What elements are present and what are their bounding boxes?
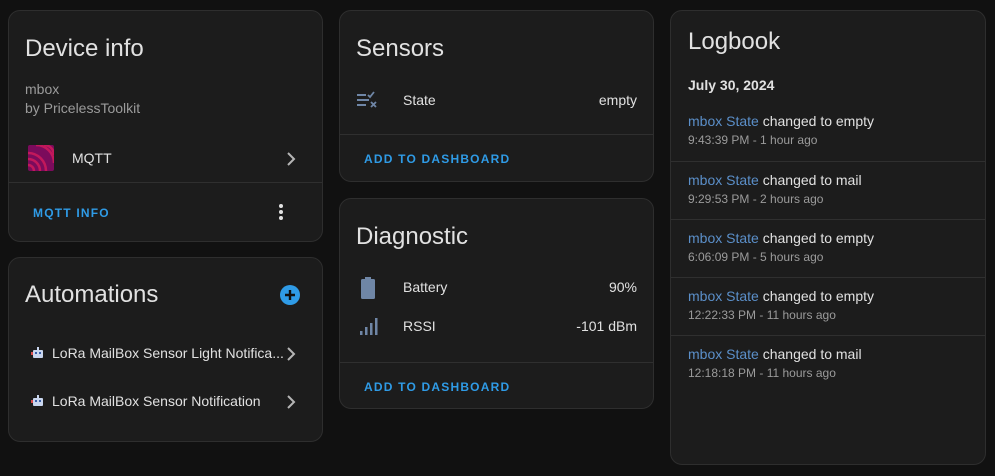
automation-item[interactable]: LoRa MailBox Sensor Notification: [9, 384, 322, 420]
more-vert-icon[interactable]: [278, 203, 284, 221]
chevron-right-icon: [287, 395, 296, 409]
log-time: 12:18:18 PM - 11 hours ago: [688, 366, 836, 380]
diagnostic-title: Diagnostic: [356, 223, 469, 250]
mqtt-icon: [28, 145, 54, 171]
log-time: 6:06:09 PM - 5 hours ago: [688, 250, 824, 264]
logbook-date: July 30, 2024: [688, 77, 775, 93]
automations-title: Automations: [25, 281, 159, 308]
log-entity-link[interactable]: mbox State: [688, 346, 759, 362]
add-to-dashboard-button[interactable]: ADD TO DASHBOARD: [364, 380, 510, 394]
chevron-right-icon: [287, 152, 296, 166]
log-divider: [671, 219, 985, 220]
diagnostic-row-battery[interactable]: Battery 90%: [340, 271, 653, 305]
logbook-card: Logbook July 30, 2024 mbox State changed…: [670, 10, 986, 465]
log-time: 9:29:53 PM - 2 hours ago: [688, 192, 824, 206]
robot-icon: [31, 395, 43, 406]
device-info-title: Device info: [25, 35, 144, 62]
sensors-title: Sensors: [356, 35, 445, 62]
mqtt-label: MQTT: [72, 150, 112, 166]
log-entity-link[interactable]: mbox State: [688, 230, 759, 246]
battery-value: 90%: [608, 279, 637, 295]
log-entity-link[interactable]: mbox State: [688, 172, 759, 188]
rssi-value: -101 dBm: [576, 318, 637, 334]
signal-icon: [360, 318, 378, 335]
log-divider: [671, 161, 985, 162]
device-manufacturer: by PricelessToolkit: [25, 100, 141, 116]
device-name: mbox: [25, 81, 60, 97]
log-message: changed to mail: [762, 172, 862, 188]
chevron-right-icon: [287, 347, 296, 361]
log-message: changed to empty: [762, 288, 875, 304]
log-entity-link[interactable]: mbox State: [688, 288, 759, 304]
log-message: changed to empty: [762, 113, 875, 129]
log-entry: mbox State changed to mail 12:18:18 PM -…: [688, 346, 975, 380]
diagnostic-divider: [340, 362, 653, 363]
logbook-title: Logbook: [688, 28, 781, 55]
sensor-row-state[interactable]: State empty: [340, 83, 653, 117]
log-message: changed to empty: [762, 230, 875, 246]
log-time: 12:22:33 PM - 11 hours ago: [688, 308, 836, 322]
sensors-divider: [340, 134, 653, 135]
automation-label: LoRa MailBox Sensor Notification: [52, 393, 261, 409]
log-entity-link[interactable]: mbox State: [688, 113, 759, 129]
add-automation-icon[interactable]: [279, 284, 301, 306]
sensors-card: Sensors State empty ADD TO DASHBOARD: [339, 10, 654, 182]
log-entry: mbox State changed to empty 9:43:39 PM -…: [688, 113, 975, 147]
battery-label: Battery: [403, 279, 448, 295]
mqtt-info-button[interactable]: MQTT INFO: [33, 206, 110, 220]
rssi-label: RSSI: [403, 318, 436, 334]
device-info-card: Device info mbox by PricelessToolkit MQT…: [8, 10, 323, 242]
diagnostic-row-rssi[interactable]: RSSI -101 dBm: [340, 310, 653, 344]
log-divider: [671, 335, 985, 336]
add-to-dashboard-button[interactable]: ADD TO DASHBOARD: [364, 152, 510, 166]
sensor-value: empty: [598, 92, 637, 108]
diagnostic-card: Diagnostic Battery 90% RSSI -101 dBm ADD…: [339, 198, 654, 409]
device-info-divider: [9, 182, 322, 183]
log-entry: mbox State changed to empty 12:22:33 PM …: [688, 288, 975, 322]
battery-icon: [361, 277, 375, 299]
log-divider: [671, 277, 985, 278]
automation-label: LoRa MailBox Sensor Light Notifica...: [52, 345, 284, 361]
automation-item[interactable]: LoRa MailBox Sensor Light Notifica...: [9, 336, 322, 372]
robot-icon: [31, 347, 43, 358]
log-entry: mbox State changed to mail 9:29:53 PM - …: [688, 172, 975, 206]
mqtt-integration-row[interactable]: MQTT: [9, 139, 322, 179]
log-message: changed to mail: [762, 346, 862, 362]
automations-card: Automations LoRa MailBox Sensor Light No…: [8, 257, 323, 442]
sensor-label: State: [403, 92, 436, 108]
log-time: 9:43:39 PM - 1 hour ago: [688, 133, 818, 147]
list-status-icon: [357, 91, 377, 108]
log-entry: mbox State changed to empty 6:06:09 PM -…: [688, 230, 975, 264]
